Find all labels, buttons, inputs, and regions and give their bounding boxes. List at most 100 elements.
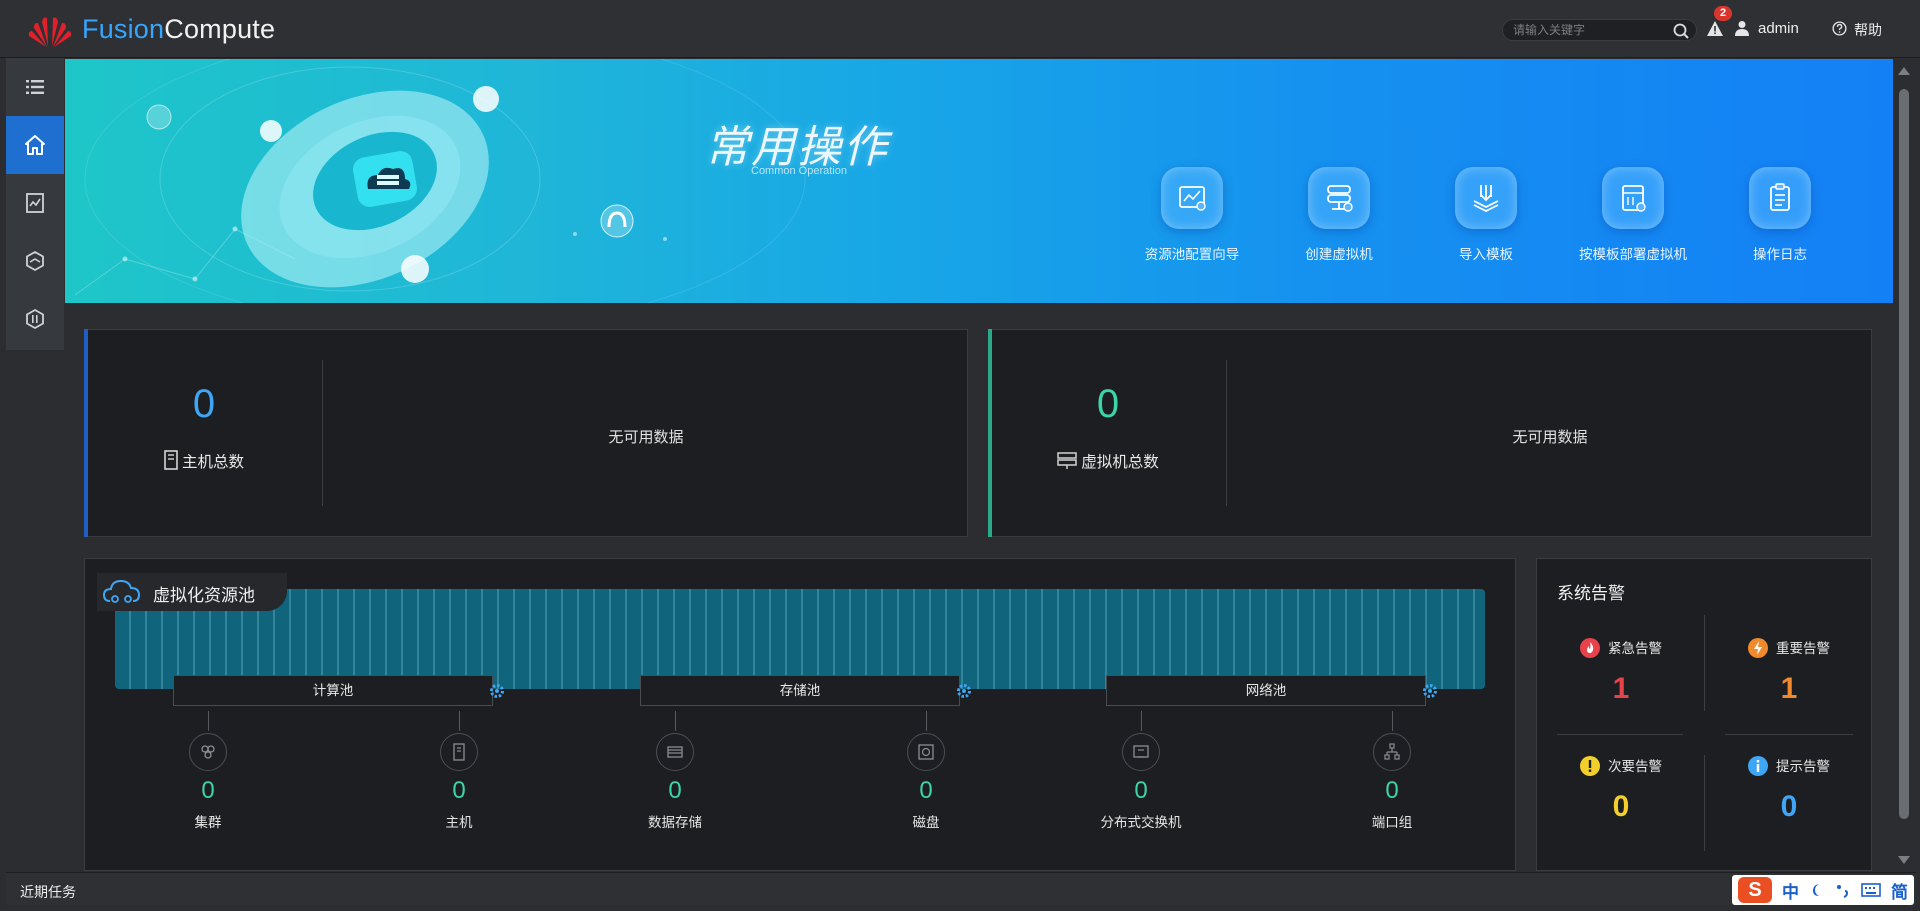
page-scrollbar[interactable] <box>1894 59 1914 872</box>
config-wizard-icon <box>1179 186 1206 211</box>
top-bar: FusionCompute 2 admin 帮助 <box>0 0 1920 58</box>
alarm-critical[interactable]: 紧急告警 1 <box>1537 637 1705 706</box>
vm-total-label: 虚拟机总数 <box>989 450 1227 472</box>
op-import-template[interactable]: 导入模板 <box>1416 167 1556 263</box>
nav-gutter <box>6 350 64 872</box>
punctuation-icon[interactable] <box>1835 882 1851 898</box>
network-pool-label[interactable]: 网络池 <box>1106 675 1426 706</box>
virtualization-resource-pool: 虚拟化资源池 计算池 存储池 网络池 0 集群 0 主机 0 数据存储 0 磁盘… <box>84 558 1516 871</box>
host-total-label: 主机总数 <box>85 450 323 472</box>
cluster-icon <box>201 745 215 759</box>
ime-toolbar[interactable]: S 中 简 <box>1732 875 1914 905</box>
nav-system[interactable] <box>6 290 64 348</box>
op-operation-log[interactable]: 操作日志 <box>1710 167 1850 263</box>
nav-monitor[interactable] <box>6 174 64 232</box>
major-alarm-count: 1 <box>1780 672 1798 705</box>
resource-datastore[interactable]: 0 数据存储 <box>595 711 755 831</box>
minor-alarm-count: 0 <box>1612 790 1630 823</box>
disk-count: 0 <box>919 777 933 804</box>
common-operations-banner: 常用操作 Common Operation 资源池配置向导 创建虚拟机 导入模板… <box>65 59 1893 303</box>
system-alarm-panel: 系统告警 紧急告警 1 重要告警 1 次要告警 0 提示告警 0 <box>1536 558 1872 871</box>
compute-pool-gear-icon[interactable] <box>489 683 505 699</box>
ime-simplified[interactable]: 简 <box>1891 878 1908 903</box>
help-link[interactable]: 帮助 <box>1854 20 1882 40</box>
operation-log-icon <box>1770 183 1790 211</box>
op-label: 按模板部署虚拟机 <box>1579 247 1687 262</box>
help-icon[interactable] <box>1832 21 1847 36</box>
critical-alarm-icon <box>1580 638 1600 658</box>
keyboard-icon[interactable] <box>1861 882 1881 898</box>
minor-alarm-label: 次要告警 <box>1608 759 1662 774</box>
disk-label: 磁盘 <box>912 815 940 830</box>
alarm-minor[interactable]: 次要告警 0 <box>1537 755 1705 824</box>
port-group-label: 端口组 <box>1371 815 1413 830</box>
resource-cluster[interactable]: 0 集群 <box>128 711 288 831</box>
vm-no-data: 无可用数据 <box>1512 429 1588 446</box>
vm-total-label-text: 虚拟机总数 <box>1081 454 1159 471</box>
search-icon[interactable] <box>1672 22 1690 40</box>
storage-pool-label[interactable]: 存储池 <box>640 675 960 706</box>
compute-pool-label[interactable]: 计算池 <box>173 675 493 706</box>
datastore-icon <box>667 746 683 758</box>
user-icon[interactable] <box>1734 20 1750 36</box>
pool-title: 虚拟化资源池 <box>153 586 255 605</box>
search-input[interactable] <box>1513 22 1668 38</box>
disk-icon <box>918 744 934 760</box>
cluster-count: 0 <box>201 777 215 804</box>
vm-total-card: 0 虚拟机总数 无可用数据 <box>988 329 1872 537</box>
scroll-up-arrow-icon[interactable] <box>1898 67 1910 75</box>
info-alarm-label: 提示告警 <box>1776 759 1830 774</box>
switch-count: 0 <box>1134 777 1148 804</box>
moon-icon[interactable] <box>1809 882 1825 898</box>
search-box <box>1502 19 1697 41</box>
nav-menu[interactable] <box>6 58 64 116</box>
brand-part-1: Fusion <box>82 14 165 44</box>
sogou-ime-icon[interactable]: S <box>1738 877 1772 903</box>
op-label: 导入模板 <box>1459 247 1513 262</box>
list-icon <box>26 80 44 94</box>
vm-total-value: 0 <box>1096 382 1120 426</box>
host-icon <box>453 743 465 761</box>
resource-port-group[interactable]: 0 端口组 <box>1312 711 1472 831</box>
op-deploy-from-template[interactable]: 按模板部署虚拟机 <box>1563 167 1703 263</box>
recent-tasks-button[interactable]: 近期任务 <box>20 882 76 902</box>
scroll-down-arrow-icon[interactable] <box>1898 856 1910 864</box>
resource-disk[interactable]: 0 磁盘 <box>846 711 1006 831</box>
cloud-illustration <box>74 59 806 303</box>
major-alarm-icon <box>1748 638 1768 658</box>
user-name[interactable]: admin <box>1758 20 1799 37</box>
brand-part-2: Compute <box>164 14 276 44</box>
switch-icon <box>1133 745 1149 758</box>
host-icon <box>164 450 178 470</box>
home-icon <box>25 135 45 155</box>
op-label: 创建虚拟机 <box>1305 247 1373 262</box>
op-create-vm[interactable]: 创建虚拟机 <box>1269 167 1409 263</box>
scroll-thumb[interactable] <box>1899 89 1909 819</box>
alarm-icon[interactable] <box>1706 20 1724 38</box>
port-group-icon <box>1384 743 1400 760</box>
ime-mode-chinese[interactable]: 中 <box>1782 878 1799 903</box>
deploy-template-icon <box>1622 185 1646 212</box>
resource-distributed-switch[interactable]: 0 分布式交换机 <box>1061 711 1221 831</box>
bottom-bar: 近期任务 S 中 简 <box>6 872 1916 905</box>
vm-icon <box>1057 452 1077 469</box>
nav-resources[interactable] <box>6 232 64 290</box>
alarm-count-badge: 2 <box>1714 6 1732 21</box>
op-resource-pool-wizard[interactable]: 资源池配置向导 <box>1122 167 1262 263</box>
nav-home[interactable] <box>6 116 64 174</box>
app-brand[interactable]: FusionCompute <box>82 14 275 45</box>
major-alarm-label: 重要告警 <box>1776 641 1830 656</box>
pool-title-tab: 虚拟化资源池 <box>97 573 287 611</box>
critical-alarm-label: 紧急告警 <box>1608 641 1662 656</box>
network-pool-gear-icon[interactable] <box>1422 683 1438 699</box>
alarm-major[interactable]: 重要告警 1 <box>1705 637 1873 706</box>
banner-subtitle: Common Operation <box>751 165 847 177</box>
critical-alarm-count: 1 <box>1612 672 1630 705</box>
import-template-icon <box>1473 185 1499 213</box>
storage-pool-gear-icon[interactable] <box>956 683 972 699</box>
alarm-warning[interactable]: 提示告警 0 <box>1705 755 1873 824</box>
host-total-card: 0 主机总数 无可用数据 <box>84 329 968 537</box>
resource-host[interactable]: 0 主机 <box>379 711 539 831</box>
datastore-label: 数据存储 <box>648 815 702 830</box>
op-label: 操作日志 <box>1753 247 1807 262</box>
